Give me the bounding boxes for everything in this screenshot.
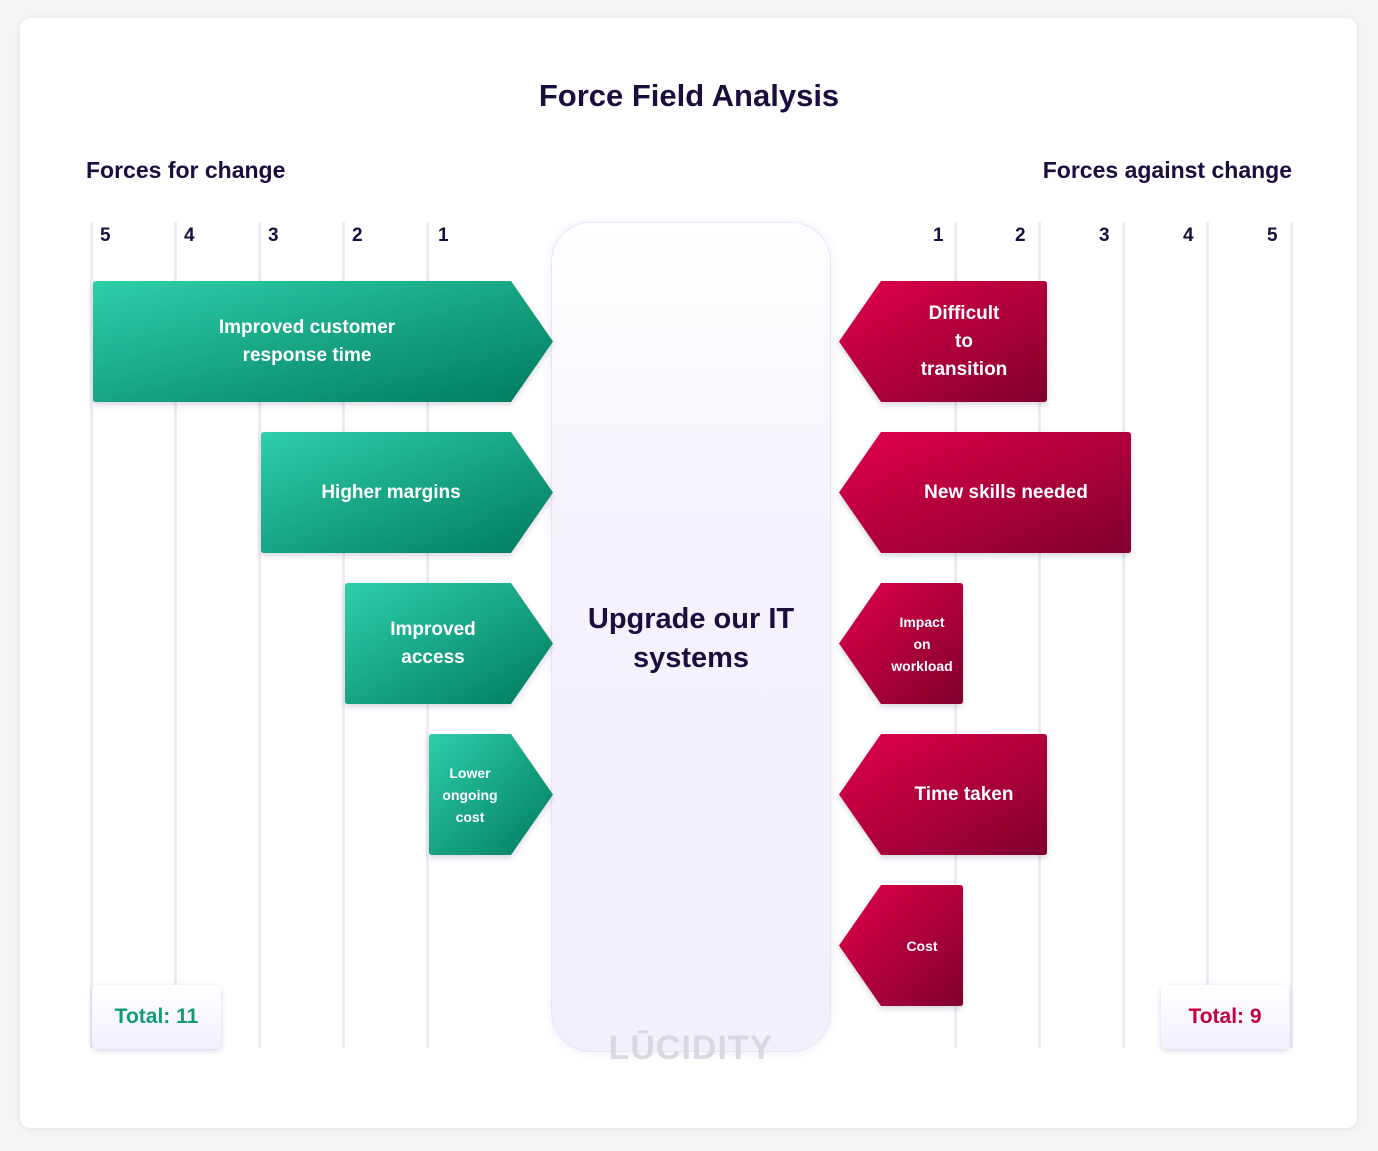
watermark-logo: LŪCIDITY <box>608 1029 774 1067</box>
force-against-arrow: Impact on workload <box>839 583 963 704</box>
tick-for-3: 3 <box>268 225 279 246</box>
force-against-arrow: New skills needed <box>839 432 1131 553</box>
gridline-against-4 <box>1206 222 1209 1048</box>
force-for-arrow: Lower ongoing cost <box>429 734 553 855</box>
tick-for-4: 4 <box>184 225 195 246</box>
force-label: Time taken <box>914 783 1014 805</box>
force-label: Difficult to transition <box>920 302 1008 380</box>
forces-against-heading: Forces against change <box>1042 157 1292 183</box>
force-label: Higher margins <box>321 481 461 503</box>
force-for-arrow: Improved access <box>345 583 553 704</box>
tick-against-5: 5 <box>1267 225 1278 246</box>
force-label: Impact on workload <box>891 613 953 674</box>
force-label: Improved access <box>390 618 476 668</box>
tick-for-5: 5 <box>100 225 111 246</box>
gridline-against-3 <box>1122 222 1125 1048</box>
force-label: Improved customer response time <box>218 316 396 366</box>
tick-against-3: 3 <box>1099 225 1110 246</box>
tick-against-1: 1 <box>933 225 944 246</box>
force-against-arrow: Cost <box>839 885 963 1006</box>
force-against-arrow: Time taken <box>839 734 1047 855</box>
tick-for-1: 1 <box>438 225 449 246</box>
force-against-arrow: Difficult to transition <box>839 281 1047 402</box>
forces-for-total: Total: 11 <box>92 985 221 1049</box>
force-for-arrow: Higher margins <box>261 432 553 553</box>
tick-for-2: 2 <box>352 225 363 246</box>
center-topic-text: Upgrade our IT systems <box>587 603 795 674</box>
force-label: Lower ongoing cost <box>442 764 498 825</box>
forces-for-heading: Forces for change <box>86 157 286 183</box>
force-for-arrow: Improved customer response time <box>93 281 553 402</box>
forces-against-total: Total: 9 <box>1161 985 1289 1049</box>
tick-against-4: 4 <box>1183 225 1194 246</box>
tick-against-2: 2 <box>1015 225 1026 246</box>
diagram-title: Force Field Analysis <box>538 78 840 113</box>
force-label: New skills needed <box>924 481 1088 503</box>
gridline-against-5 <box>1290 222 1293 1048</box>
force-label: Cost <box>906 937 938 954</box>
